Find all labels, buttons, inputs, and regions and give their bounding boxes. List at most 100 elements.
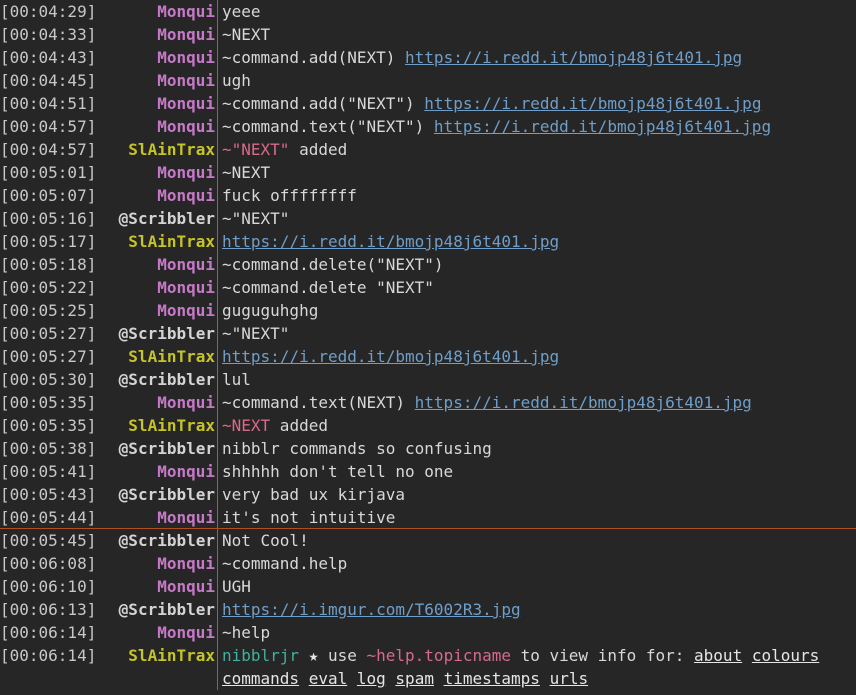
message-text: added xyxy=(289,140,348,159)
chat-row: [00:05:45] @Scribbler Not Cool! xyxy=(0,529,856,552)
chat-row: [00:05:43] @Scribbler very bad ux kirjava xyxy=(0,483,856,506)
help-topic-link[interactable]: timestamps xyxy=(444,669,540,688)
timestamp: [00:05:16] xyxy=(0,209,97,228)
chat-row: [00:05:22] Monqui ~command.delete "NEXT" xyxy=(0,276,856,299)
message: lul xyxy=(217,368,856,391)
message-text xyxy=(742,646,752,665)
chat-row: [00:04:43] Monqui ~command.add(NEXT) https… xyxy=(0,46,856,69)
chat-row: [00:05:25] Monqui guguguhghg xyxy=(0,299,856,322)
message-text: ~command.text("NEXT") xyxy=(222,117,434,136)
message: guguguhghg xyxy=(217,299,856,322)
message-link[interactable]: https://i.redd.it/bmojp48j6t401.jpg xyxy=(222,232,559,251)
nick[interactable]: SlAinTrax xyxy=(109,644,217,667)
timestamp: [00:05:43] xyxy=(0,485,97,504)
nick[interactable]: Monqui xyxy=(109,621,217,644)
message: UGH xyxy=(217,575,856,598)
nick[interactable]: Monqui xyxy=(109,46,217,69)
timestamp: [00:04:51] xyxy=(0,94,97,113)
timestamp: [00:04:43] xyxy=(0,48,97,67)
message: it's not intuitive xyxy=(217,506,856,529)
help-topic-link[interactable]: log xyxy=(357,669,386,688)
nick[interactable]: SlAinTrax xyxy=(109,230,217,253)
message: ~command.help xyxy=(217,552,856,575)
message: https://i.redd.it/bmojp48j6t401.jpg xyxy=(217,345,856,368)
nick[interactable]: Monqui xyxy=(109,92,217,115)
help-topic-link[interactable]: colours xyxy=(752,646,819,665)
nick[interactable]: Monqui xyxy=(109,391,217,414)
timestamp: [00:05:35] xyxy=(0,393,97,412)
chat-row: [00:06:14] SlAinTrax nibblrjr ★ use ~help.… xyxy=(0,644,856,667)
help-topic-link[interactable]: commands xyxy=(222,669,299,688)
chat-row: [00:05:41] Monqui shhhhh don't tell no one xyxy=(0,460,856,483)
message: Not Cool! xyxy=(217,529,856,552)
nick[interactable]: Monqui xyxy=(109,161,217,184)
nick[interactable]: @Scribbler xyxy=(109,207,217,230)
message: nibblr commands so confusing xyxy=(217,437,856,460)
nick[interactable]: Monqui xyxy=(109,506,217,529)
chat-row: [00:04:57] Monqui ~command.text("NEXT") ht… xyxy=(0,115,856,138)
message: ~command.text("NEXT") https://i.redd.it/… xyxy=(217,115,856,138)
message-text: nibblr commands so confusing xyxy=(222,439,492,458)
nick[interactable]: Monqui xyxy=(109,460,217,483)
message-text xyxy=(386,669,396,688)
message-link[interactable]: https://i.redd.it/bmojp48j6t401.jpg xyxy=(222,347,559,366)
nick[interactable]: @Scribbler xyxy=(109,598,217,621)
chat-row: [00:04:57] SlAinTrax ~"NEXT" added xyxy=(0,138,856,161)
message-text xyxy=(540,669,550,688)
chat-row: [00:04:45] Monqui ugh xyxy=(0,69,856,92)
message-text: to view info for: xyxy=(511,646,695,665)
nick[interactable]: Monqui xyxy=(109,299,217,322)
message-text xyxy=(299,669,309,688)
timestamp: [00:06:08] xyxy=(0,554,97,573)
message-link[interactable]: https://i.imgur.com/T6002R3.jpg xyxy=(222,600,521,619)
nick[interactable]: SlAinTrax xyxy=(109,138,217,161)
message-text: ugh xyxy=(222,71,251,90)
message-link[interactable]: https://i.redd.it/bmojp48j6t401.jpg xyxy=(415,393,752,412)
nick[interactable]: SlAinTrax xyxy=(109,345,217,368)
help-topic-link[interactable]: urls xyxy=(550,669,589,688)
message: ~help xyxy=(217,621,856,644)
nick[interactable]: @Scribbler xyxy=(109,483,217,506)
message: ~command.text(NEXT) https://i.redd.it/bm… xyxy=(217,391,856,414)
timestamp: [00:05:45] xyxy=(0,531,97,550)
timestamp: [00:05:27] xyxy=(0,347,97,366)
chat-row: [00:05:01] Monqui ~NEXT xyxy=(0,161,856,184)
nick[interactable]: Monqui xyxy=(109,552,217,575)
nick[interactable]: Monqui xyxy=(109,23,217,46)
chat-row: [00:06:10] Monqui UGH xyxy=(0,575,856,598)
nick[interactable]: @Scribbler xyxy=(109,368,217,391)
nick[interactable]: @Scribbler xyxy=(109,437,217,460)
message-link[interactable]: https://i.redd.it/bmojp48j6t401.jpg xyxy=(405,48,742,67)
message-link[interactable]: https://i.redd.it/bmojp48j6t401.jpg xyxy=(434,117,771,136)
help-topic-link[interactable]: eval xyxy=(309,669,348,688)
nick[interactable]: Monqui xyxy=(109,276,217,299)
nick[interactable]: Monqui xyxy=(109,575,217,598)
chat-row: [00:05:07] Monqui fuck offffffff xyxy=(0,184,856,207)
timestamp: [00:05:17] xyxy=(0,232,97,251)
nick[interactable]: @Scribbler xyxy=(109,322,217,345)
nick[interactable]: Monqui xyxy=(109,184,217,207)
message: commands eval log spam timestamps urls xyxy=(217,667,856,690)
nick[interactable]: SlAinTrax xyxy=(109,414,217,437)
message: very bad ux kirjava xyxy=(217,483,856,506)
chat-row: [00:06:13] @Scribbler https://i.imgur.com/… xyxy=(0,598,856,621)
help-topic-link[interactable]: about xyxy=(694,646,742,665)
nick[interactable]: @Scribbler xyxy=(109,529,217,552)
timestamp: [00:04:33] xyxy=(0,25,97,44)
message: ~"NEXT" xyxy=(217,322,856,345)
message-link[interactable]: https://i.redd.it/bmojp48j6t401.jpg xyxy=(424,94,761,113)
help-topic-link[interactable]: spam xyxy=(395,669,434,688)
message-text: ~"NEXT" xyxy=(222,209,290,228)
message: fuck offffffff xyxy=(217,184,856,207)
message-text: ~NEXT xyxy=(222,163,271,182)
command-highlight: ~"NEXT" xyxy=(222,140,290,159)
nick[interactable]: Monqui xyxy=(109,69,217,92)
message: ugh xyxy=(217,69,856,92)
nick[interactable]: Monqui xyxy=(109,115,217,138)
nick[interactable]: Monqui xyxy=(109,0,217,23)
timestamp: [00:06:10] xyxy=(0,577,97,596)
message: https://i.redd.it/bmojp48j6t401.jpg xyxy=(217,230,856,253)
chat-log: [00:04:29] Monqui yeee [00:04:33] Monqui ~NEX… xyxy=(0,0,856,690)
nick[interactable]: Monqui xyxy=(109,253,217,276)
message-text xyxy=(434,669,444,688)
